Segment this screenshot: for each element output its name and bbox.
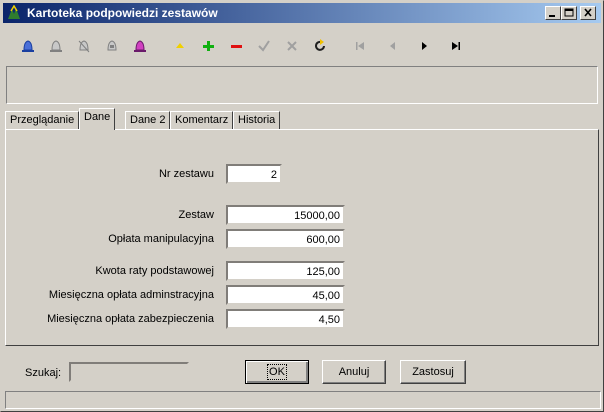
cancel-x-icon [287,41,297,51]
tab-komentarz[interactable]: Komentarz [170,111,234,130]
bell-strike-button[interactable] [73,36,95,56]
bell-magenta-icon [134,40,146,52]
maximize-icon [564,8,574,17]
tab-page-dane: Nr zestawu 2 Zestaw 15000,00 Opłata mani… [5,129,599,346]
tab-dane[interactable]: Dane [79,108,116,130]
bell-blue-icon [22,40,34,52]
maximize-button[interactable] [561,6,577,20]
tab-label: Historia [238,114,276,126]
next-record-button[interactable] [413,36,435,56]
zestaw-label: Zestaw [178,209,214,221]
minimize-icon [549,15,555,17]
bottom-bar: Szukaj: OK Anuluj Zastosuj [5,351,601,389]
search-input[interactable] [69,362,189,382]
info-panel [6,66,598,104]
status-bar [5,391,601,409]
move-up-button[interactable] [169,36,191,56]
apply-button[interactable]: Zastosuj [400,360,466,384]
tab-dane-2[interactable]: Dane 2 [125,111,171,130]
nr-zestawu-label: Nr zestawu [158,168,214,180]
nr-zestawu-field[interactable]: 2 [226,164,282,184]
bell-gray-icon [50,40,62,52]
bell-strike-icon [78,40,90,53]
app-icon [8,5,20,19]
main-window: Kartoteka podpowiedzi zestawów Przegląda… [0,0,604,412]
last-record-icon [452,42,460,50]
refresh-icon [315,39,325,51]
title-bar[interactable]: Kartoteka podpowiedzi zestawów [3,3,601,23]
tab-strip: Przeglądanie Dane Dane 2 Komentarz Histo… [5,108,601,130]
plus-green-icon [203,41,214,51]
oplata-manipulacyjna-field[interactable]: 600,00 [226,229,345,249]
bell-clear-icon [107,40,117,51]
oplata-manipulacyjna-label: Opłata manipulacyjna [108,233,214,245]
tab-label: Komentarz [175,114,229,126]
delete-button[interactable] [225,36,247,56]
first-record-button[interactable] [349,36,371,56]
toolbar [5,29,601,61]
tab-label: Przeglądanie [10,114,75,126]
cancel-edit-button[interactable] [281,36,303,56]
last-record-button[interactable] [445,36,467,56]
ok-label: OK [267,364,287,380]
kwota-raty-label: Kwota raty podstawowej [95,265,214,277]
next-record-icon [422,42,427,50]
oplata-zabezp-field[interactable]: 4,50 [226,309,345,329]
close-icon [584,8,592,17]
bell-gray-button[interactable] [45,36,67,56]
close-button[interactable] [580,6,596,20]
tab-przegladanie[interactable]: Przeglądanie [5,111,80,130]
refresh-button[interactable] [309,36,331,56]
cancel-button[interactable]: Anuluj [322,360,386,384]
apply-label: Zastosuj [412,366,454,378]
zestaw-field[interactable]: 15000,00 [226,205,345,225]
kwota-raty-field[interactable]: 125,00 [226,261,345,281]
search-label: Szukaj: [25,367,62,379]
bell-magenta-button[interactable] [129,36,151,56]
minus-red-icon [231,45,242,48]
prev-record-button[interactable] [381,36,403,56]
bell-blue-button[interactable] [17,36,39,56]
oplata-zabezp-label: Miesięczna opłata zabezpieczenia [47,313,214,325]
arrow-up-yellow-icon [176,43,184,48]
oplata-admin-field[interactable]: 45,00 [226,285,345,305]
prev-record-icon [390,42,395,50]
check-icon [258,40,270,52]
tab-label: Dane 2 [130,114,166,126]
add-button[interactable] [197,36,219,56]
tab-historia[interactable]: Historia [233,111,281,130]
confirm-button[interactable] [253,36,275,56]
oplata-admin-label: Miesięczna opłata adminstracyjna [48,289,214,301]
cancel-label: Anuluj [338,366,370,378]
ok-button[interactable]: OK [245,360,309,384]
minimize-button[interactable] [545,6,561,20]
window-title: Kartoteka podpowiedzi zestawów [27,6,218,20]
bell-clear-button[interactable] [101,36,123,56]
first-record-icon [356,42,364,50]
tab-label: Dane [84,111,111,123]
